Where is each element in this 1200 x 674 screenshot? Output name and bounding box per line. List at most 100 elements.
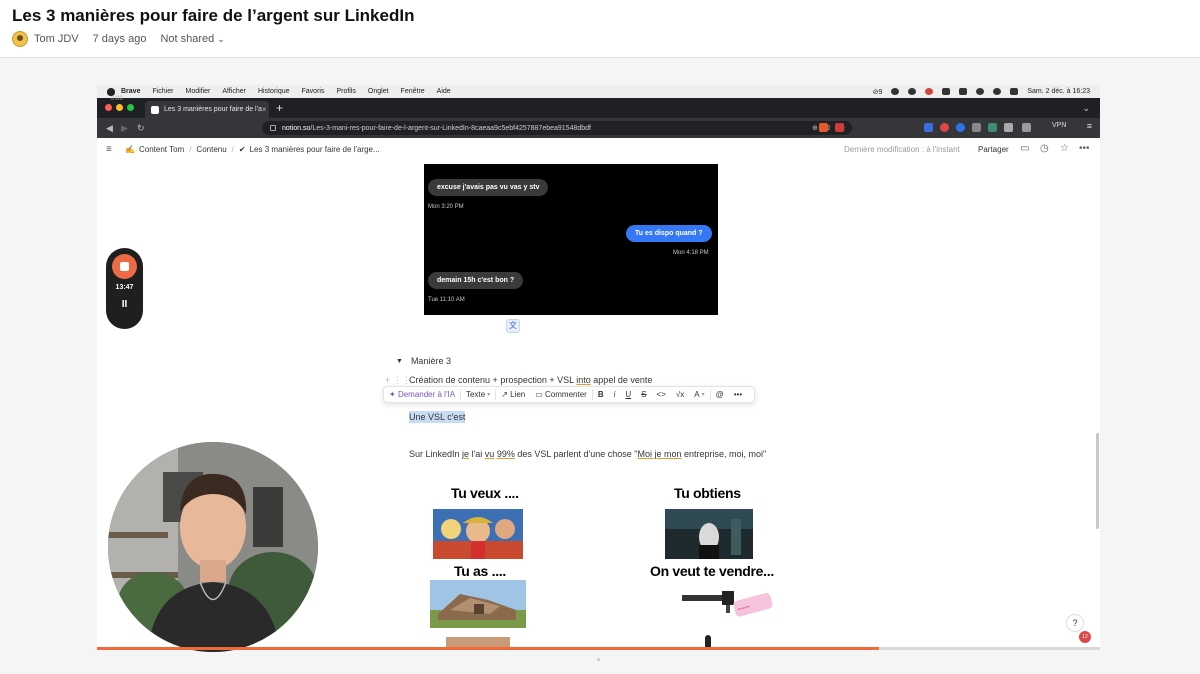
- checkmark-icon: ✔: [238, 145, 246, 154]
- video-meta: Tom JDV 7 days ago Not shared ⌄: [12, 30, 225, 48]
- pencil-icon: ✍: [125, 145, 135, 154]
- webcam-overlay: [108, 442, 318, 652]
- more-icon: •••: [1079, 143, 1090, 154]
- bell-icon: [908, 88, 917, 95]
- wifi-icon: [976, 88, 985, 95]
- translate-icon: 文: [506, 319, 520, 333]
- author-name[interactable]: Tom JDV: [34, 33, 79, 45]
- zoom-icon: ⊕: [811, 125, 818, 132]
- equation-button: √x: [675, 390, 685, 399]
- posted-date: 7 days ago: [92, 33, 147, 45]
- stop-recording-button[interactable]: [112, 254, 137, 279]
- help-button[interactable]: ?: [1066, 614, 1084, 632]
- video-progress-fill: [97, 647, 880, 650]
- wallet-icon: [1022, 123, 1031, 132]
- macos-menubar: Brave Fichier Modifier Afficher Historiq…: [97, 85, 1100, 98]
- underline-button: U: [625, 390, 632, 399]
- menubar-clock: Sam. 2 déc. à 16:23: [1027, 88, 1090, 95]
- notion-topbar: ≡ ✍ Content Tom / Contenu / ✔ Les 3 mani…: [97, 138, 1100, 162]
- strikethrough-button: S: [641, 390, 647, 399]
- search-icon: [993, 88, 1002, 95]
- menu-item: Historique: [258, 88, 290, 95]
- notion-icon: [151, 105, 159, 114]
- menu-item: Onglet: [367, 88, 389, 95]
- window-controls: [105, 104, 134, 111]
- mention-button: @: [715, 390, 724, 399]
- code-button: <>: [656, 390, 666, 399]
- menu-item: Afficher: [222, 88, 246, 95]
- video-progress-bar[interactable]: [97, 647, 1100, 650]
- url-path: /Les-3-mani-res-pour-faire-de-l-argent-s…: [310, 124, 591, 132]
- close-window-icon: [105, 104, 112, 111]
- formatting-toolbar: ✦ Demander à l'IA Texte ▾ ↗ Lien ▭ Commen…: [383, 386, 755, 403]
- drag-handle-icon: + ⋮⋮: [385, 375, 411, 385]
- display-icon: [942, 88, 951, 95]
- back-icon: ◀: [106, 123, 113, 133]
- chat-bubble: demain 15h c'est bon ?: [428, 272, 524, 289]
- maximize-window-icon: [127, 104, 134, 111]
- comment-icon: ▭: [1020, 143, 1030, 154]
- extension-icon: [988, 123, 997, 132]
- page-header: Les 3 manières pour faire de l’argent su…: [0, 0, 1200, 58]
- content-line: Création de contenu + prospection + VSL …: [409, 375, 653, 385]
- chat-screenshot: excuse j'avais pas vu vas y stv Mon 3:20…: [424, 164, 718, 315]
- extension-icon: [940, 123, 949, 132]
- menu-item: Brave: [121, 88, 141, 95]
- chevron-down-icon: ⌄: [1082, 103, 1090, 113]
- share-status: Not shared: [160, 33, 215, 45]
- hamburger-icon: ≡: [1086, 121, 1092, 131]
- menu-item: Favoris: [301, 88, 325, 95]
- battery-icon: [959, 88, 968, 95]
- scrollbar: [1096, 433, 1099, 529]
- link-button: ↗ Lien: [501, 390, 526, 399]
- brave-shield-icon: [819, 123, 828, 132]
- menubar-status-area: ⊘9 Sam. 2 déc. à 16:23: [873, 85, 1090, 98]
- close-icon: ×: [261, 105, 267, 114]
- breadcrumb-item: Les 3 manières pour faire de l'arge...: [249, 145, 380, 154]
- extension-icon: [924, 123, 933, 132]
- gear-icon: [891, 88, 900, 95]
- text-type-dropdown: Texte ▾: [466, 390, 491, 399]
- selected-text: Une VSL c'est: [409, 411, 466, 423]
- content-paragraph: Sur LinkedIn je l'ai vu 99% des VSL parl…: [409, 449, 767, 459]
- toggle-arrow-icon: ▼: [396, 357, 403, 365]
- control-center-icon: [1010, 88, 1019, 95]
- chat-bubble: excuse j'avais pas vu vas y stv: [428, 179, 549, 196]
- comment-button: ▭ Commenter: [535, 390, 587, 399]
- recording-elapsed: 13:47: [115, 284, 134, 291]
- meme-caption: Tu obtiens: [674, 485, 741, 501]
- chat-timestamp: Mon 4:18 PM: [673, 250, 709, 256]
- toggle-heading: ▼ Manière 3: [396, 356, 451, 366]
- breadcrumb: ✍ Content Tom / Contenu / ✔ Les 3 manièr…: [125, 145, 380, 154]
- menu-item: Fenêtre: [400, 88, 425, 95]
- color-button: A ▾: [694, 390, 705, 399]
- meme-caption: Tu veux ....: [451, 485, 519, 501]
- tab-title: Les 3 manières pour faire de l'a: [164, 106, 262, 113]
- browser-tabbar: 0:00 Les 3 manières pour faire de l'a × …: [97, 96, 1100, 118]
- breadcrumb-item: Contenu: [196, 145, 227, 154]
- pause-button[interactable]: II: [106, 299, 143, 310]
- ask-ai-button: ✦ Demander à l'IA: [389, 390, 456, 399]
- meme-caption: On veut te vendre...: [650, 563, 774, 579]
- bold-button: B: [597, 390, 604, 399]
- extension-icon: [972, 123, 981, 132]
- menu-item: Fichier: [152, 88, 174, 95]
- url-host: notion.so: [282, 124, 311, 132]
- last-modified: Dernière modification : à l'instant: [844, 145, 960, 154]
- italic-button: i: [613, 390, 616, 399]
- vpn-button: VPN: [1052, 122, 1067, 129]
- tool-and-candy-image: ~~~: [682, 591, 773, 617]
- hamburger-icon: ≡: [106, 144, 112, 155]
- share-dropdown[interactable]: Not shared ⌄: [160, 33, 224, 45]
- chat-bubble: Tu es dispo quand ?: [626, 225, 712, 242]
- record-icon: [925, 88, 934, 95]
- minimize-window-icon: [116, 104, 123, 111]
- browser-tab: Les 3 manières pour faire de l'a ×: [145, 101, 269, 118]
- brave-rewards-icon: [835, 123, 844, 132]
- chat-timestamp: Mon 3:20 PM: [428, 204, 464, 210]
- url-field: notion.so /Les-3-mani-res-pour-faire-de-…: [262, 121, 852, 135]
- recorder-widget: 13:47 II: [106, 248, 143, 329]
- notification-badge: 12: [1079, 631, 1091, 643]
- recording-timer: 0:00: [111, 96, 123, 102]
- author-avatar[interactable]: [12, 31, 28, 47]
